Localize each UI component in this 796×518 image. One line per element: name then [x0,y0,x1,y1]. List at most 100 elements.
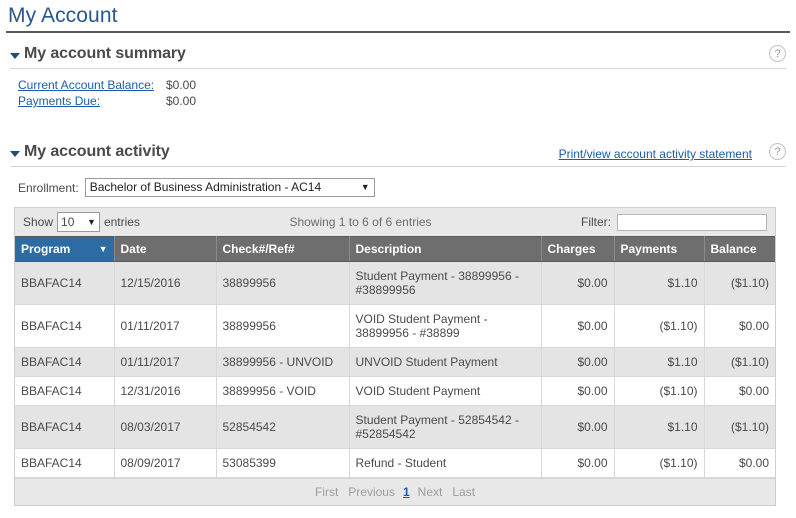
account-activity-section: My account activity Print/view account a… [10,131,786,207]
cell-program: BBAFAC14 [15,376,115,406]
help-icon[interactable]: ? [769,143,786,160]
table-body: BBAFAC14 12/15/2016 38899956 Student Pay… [15,261,775,478]
cell-program: BBAFAC14 [15,448,115,478]
account-summary-header: My account summary ? [10,33,786,68]
filter-control: Filter: [581,213,767,231]
table-row[interactable]: BBAFAC14 08/09/2017 53085399 Refund - St… [15,448,775,478]
pagination-previous[interactable]: Previous [343,485,400,499]
cell-program: BBAFAC14 [15,347,115,377]
cell-description: Student Payment - 38899956 - #38899956 [349,261,542,305]
cell-charges: $0.00 [541,376,615,406]
table-row[interactable]: BBAFAC14 01/11/2017 38899956 - UNVOID UN… [15,347,775,377]
cell-charges: $0.00 [541,304,615,348]
cell-payments: $1.10 [614,347,705,377]
cell-charges: $0.00 [541,405,615,449]
cell-payments: $1.10 [614,405,705,449]
cell-date: 08/03/2017 [114,405,217,449]
help-icon[interactable]: ? [769,45,786,62]
entries-label: entries [103,215,140,229]
cell-program: BBAFAC14 [15,261,115,305]
my-account-page: My Account My account summary ? Current … [0,0,796,518]
current-account-balance-link[interactable]: Current Account Balance: [18,77,166,93]
table-row[interactable]: BBAFAC14 08/03/2017 52854542 Student Pay… [15,405,775,449]
table-row[interactable]: BBAFAC14 12/31/2016 38899956 - VOID VOID… [15,376,775,406]
cell-check: 38899956 [216,261,350,305]
cell-program: BBAFAC14 [15,405,115,449]
cell-check: 52854542 [216,405,350,449]
pagination-last[interactable]: Last [447,485,480,499]
chevron-down-icon: ▼ [87,216,96,227]
page-length-select[interactable]: 10 ▼ [57,212,100,232]
print-view-statement-link[interactable]: Print/view account activity statement [559,147,752,161]
cell-charges: $0.00 [541,347,615,377]
cell-balance: $0.00 [704,376,775,406]
cell-check: 53085399 [216,448,350,478]
column-label: Program [21,242,71,256]
column-label: Date [120,242,147,256]
datatable-toolbar: Show 10 ▼ entries Showing 1 to 6 of 6 en… [15,208,775,236]
account-activity-title: My account activity [24,143,170,160]
datatable-pagination-bar: First Previous 1 Next Last [15,478,775,505]
cell-payments: ($1.10) [614,304,705,348]
triangle-down-icon[interactable] [10,151,20,157]
account-summary-title: My account summary [24,45,186,62]
filter-input[interactable] [617,213,767,231]
column-header-charges[interactable]: Charges [541,236,615,262]
column-label: Payments [620,242,678,256]
account-activity-table-panel: Show 10 ▼ entries Showing 1 to 6 of 6 en… [14,207,776,506]
cell-payments: ($1.10) [614,448,705,478]
cell-balance: ($1.10) [704,405,775,449]
cell-description: VOID Student Payment [349,376,542,406]
sort-desc-icon: ▼ [98,243,108,254]
account-activity-table: Program ▼ Date Check#/Ref# Description C… [15,236,775,478]
table-header-row: Program ▼ Date Check#/Ref# Description C… [15,236,775,262]
payments-due-link[interactable]: Payments Due: [18,93,166,109]
cell-date: 01/11/2017 [114,304,217,348]
datatable-info: Showing 1 to 6 of 6 entries [289,215,432,229]
table-row[interactable]: BBAFAC14 12/15/2016 38899956 Student Pay… [15,261,775,305]
payments-due-value: $0.00 [166,94,197,108]
cell-date: 08/09/2017 [114,448,217,478]
cell-payments: ($1.10) [614,376,705,406]
pagination: First Previous 1 Next Last [310,485,480,499]
summary-row: Payments Due: $0.00 [18,93,786,109]
current-account-balance-value: $0.00 [166,78,197,92]
pagination-first[interactable]: First [310,485,343,499]
column-label: Check#/Ref# [222,242,295,256]
cell-balance: $0.00 [704,304,775,348]
column-header-program[interactable]: Program ▼ [15,236,115,262]
column-header-description[interactable]: Description [349,236,542,262]
cell-check: 38899956 - UNVOID [216,347,350,377]
enrollment-label: Enrollment: [18,180,79,195]
column-header-balance[interactable]: Balance [704,236,775,262]
cell-check: 38899956 [216,304,350,348]
column-header-payments[interactable]: Payments [614,236,705,262]
column-header-date[interactable]: Date [114,236,217,262]
table-header: Program ▼ Date Check#/Ref# Description C… [15,236,775,262]
cell-payments: $1.10 [614,261,705,305]
column-label: Charges [547,242,596,256]
cell-date: 12/31/2016 [114,376,217,406]
cell-balance: $0.00 [704,448,775,478]
cell-date: 12/15/2016 [114,261,217,305]
column-label: Description [355,242,422,256]
page-length-control: Show 10 ▼ entries [23,212,140,232]
pagination-next[interactable]: Next [413,485,448,499]
column-label: Balance [710,242,757,256]
page-title: My Account [8,4,118,27]
table-row[interactable]: BBAFAC14 01/11/2017 38899956 VOID Studen… [15,304,775,348]
triangle-down-icon[interactable] [10,53,20,59]
cell-description: UNVOID Student Payment [349,347,542,377]
show-label: Show [23,215,54,229]
cell-charges: $0.00 [541,261,615,305]
pagination-page-1[interactable]: 1 [400,485,413,499]
cell-description: VOID Student Payment - 38899956 - #38899 [349,304,542,348]
cell-charges: $0.00 [541,448,615,478]
column-header-check-ref[interactable]: Check#/Ref# [216,236,350,262]
enrollment-select[interactable]: Bachelor of Business Administration - AC… [84,178,375,197]
cell-check: 38899956 - VOID [216,376,350,406]
enrollment-selected-value: Bachelor of Business Administration - AC… [89,180,322,194]
summary-row: Current Account Balance: $0.00 [18,77,786,93]
cell-description: Refund - Student [349,448,542,478]
cell-description: Student Payment - 52854542 - #52854542 [349,405,542,449]
